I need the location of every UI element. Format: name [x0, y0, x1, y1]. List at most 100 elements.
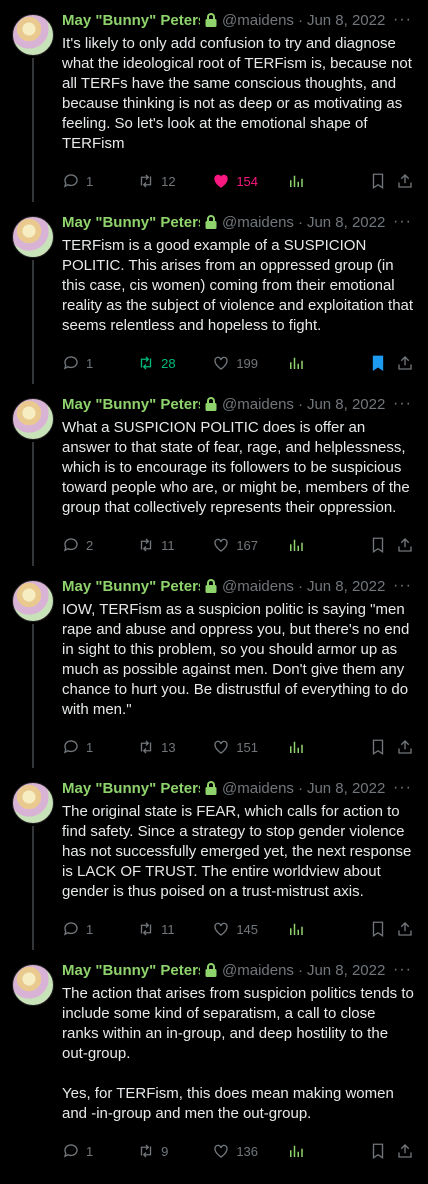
tweet[interactable]: May "Bunny" Peters @maidens · Jun 8, 202… [0, 566, 428, 768]
retweet-count: 11 [161, 921, 175, 937]
share-button[interactable] [396, 536, 416, 554]
like-button[interactable]: 167 [212, 536, 287, 554]
like-count: 151 [236, 739, 259, 755]
views-button[interactable] [287, 354, 368, 372]
author-name[interactable]: May "Bunny" Peters [62, 214, 200, 231]
like-icon [214, 538, 228, 552]
author-handle[interactable]: @maidens [222, 578, 294, 595]
avatar[interactable] [12, 580, 54, 622]
views-button[interactable] [287, 536, 368, 554]
share-button[interactable] [396, 354, 416, 372]
tweet-date[interactable]: Jun 8, 2022 [307, 780, 385, 797]
author-handle[interactable]: @maidens [222, 214, 294, 231]
retweet-count: 9 [161, 1143, 169, 1159]
bookmark-icon [372, 921, 383, 938]
retweet-button[interactable]: 11 [137, 920, 212, 938]
retweet-button[interactable]: 12 [137, 172, 212, 190]
bookmark-icon [372, 537, 383, 554]
tweet-date[interactable]: Jun 8, 2022 [307, 962, 385, 979]
author-name[interactable]: May "Bunny" Peters [62, 578, 200, 595]
retweet-button[interactable]: 9 [137, 1142, 212, 1160]
bookmark-button[interactable] [369, 536, 397, 554]
retweet-icon [140, 922, 152, 936]
separator-dot: · [297, 395, 303, 413]
share-button[interactable] [396, 920, 416, 938]
retweet-button[interactable]: 28 [137, 354, 212, 372]
reply-button[interactable]: 1 [62, 172, 137, 190]
like-icon [214, 1144, 228, 1158]
tweet[interactable]: May "Bunny" Peters @maidens · Jun 8, 202… [0, 384, 428, 566]
tweet-date[interactable]: Jun 8, 2022 [307, 396, 385, 413]
like-icon [214, 174, 228, 188]
tweet-date[interactable]: Jun 8, 2022 [307, 578, 385, 595]
separator-dot: · [297, 213, 303, 231]
more-icon[interactable]: ··· [393, 577, 416, 594]
retweet-icon [140, 538, 152, 552]
author-name[interactable]: May "Bunny" Peters [62, 12, 200, 29]
reply-button[interactable]: 2 [62, 536, 137, 554]
reply-icon [63, 922, 78, 936]
lock-icon [204, 214, 218, 230]
reply-button[interactable]: 1 [62, 354, 137, 372]
share-button[interactable] [396, 738, 416, 756]
more-icon[interactable]: ··· [393, 11, 416, 28]
retweet-button[interactable]: 13 [137, 738, 212, 756]
avatar[interactable] [12, 14, 54, 56]
author-name[interactable]: May "Bunny" Peters [62, 780, 200, 797]
bookmark-button[interactable] [369, 354, 397, 372]
thread-connector-line [32, 826, 34, 950]
thread-connector-line [32, 442, 34, 566]
author-handle[interactable]: @maidens [222, 396, 294, 413]
bookmark-button[interactable] [369, 1142, 397, 1160]
views-button[interactable] [287, 172, 368, 190]
reply-icon [63, 1144, 78, 1158]
tweet-date[interactable]: Jun 8, 2022 [307, 214, 385, 231]
bookmark-button[interactable] [369, 172, 397, 190]
tweet[interactable]: May "Bunny" Peters @maidens · Jun 8, 202… [0, 768, 428, 950]
author-handle[interactable]: @maidens [222, 12, 294, 29]
reply-button[interactable]: 1 [62, 738, 137, 756]
author-name[interactable]: May "Bunny" Peters [62, 962, 200, 979]
more-icon[interactable]: ··· [393, 395, 416, 412]
separator-dot: · [297, 779, 303, 797]
author-handle[interactable]: @maidens [222, 962, 294, 979]
bookmark-button[interactable] [369, 738, 397, 756]
retweet-count: 12 [161, 173, 176, 189]
like-button[interactable]: 199 [212, 354, 287, 372]
avatar[interactable] [12, 216, 54, 258]
more-icon[interactable]: ··· [393, 213, 416, 230]
tweet-text: TERFism is a good example of a SUSPICION… [62, 237, 414, 334]
thread-connector-line [32, 624, 34, 768]
more-icon[interactable]: ··· [393, 961, 416, 978]
author-handle[interactable]: @maidens [222, 780, 294, 797]
reply-count: 1 [86, 921, 94, 937]
views-button[interactable] [287, 920, 368, 938]
tweet-date[interactable]: Jun 8, 2022 [307, 12, 385, 29]
more-icon[interactable]: ··· [393, 779, 416, 796]
share-icon [398, 922, 412, 936]
share-button[interactable] [396, 172, 416, 190]
tweet[interactable]: May "Bunny" Peters @maidens · Jun 8, 202… [0, 950, 428, 1172]
avatar[interactable] [12, 398, 54, 440]
tweet-text: The action that arises from suspicion po… [62, 985, 414, 1122]
share-button[interactable] [396, 1142, 416, 1160]
author-name[interactable]: May "Bunny" Peters [62, 396, 200, 413]
like-button[interactable]: 145 [212, 920, 287, 938]
reply-button[interactable]: 1 [62, 920, 137, 938]
tweet-header: May "Bunny" Peters @maidens · Jun 8, 202… [62, 566, 416, 594]
tweet-actions: 1 28 199 [62, 336, 416, 384]
like-button[interactable]: 154 [212, 172, 287, 190]
tweet[interactable]: May "Bunny" Peters @maidens · Jun 8, 202… [0, 0, 428, 202]
reply-button[interactable]: 1 [62, 1142, 137, 1160]
tweet[interactable]: May "Bunny" Peters @maidens · Jun 8, 202… [0, 202, 428, 384]
like-count: 136 [236, 1143, 259, 1159]
retweet-button[interactable]: 11 [137, 536, 212, 554]
views-button[interactable] [287, 1142, 368, 1160]
avatar[interactable] [12, 782, 54, 824]
avatar[interactable] [12, 964, 54, 1006]
separator-dot: · [297, 961, 303, 979]
bookmark-button[interactable] [369, 920, 397, 938]
like-button[interactable]: 151 [212, 738, 287, 756]
views-button[interactable] [287, 738, 368, 756]
like-button[interactable]: 136 [212, 1142, 287, 1160]
